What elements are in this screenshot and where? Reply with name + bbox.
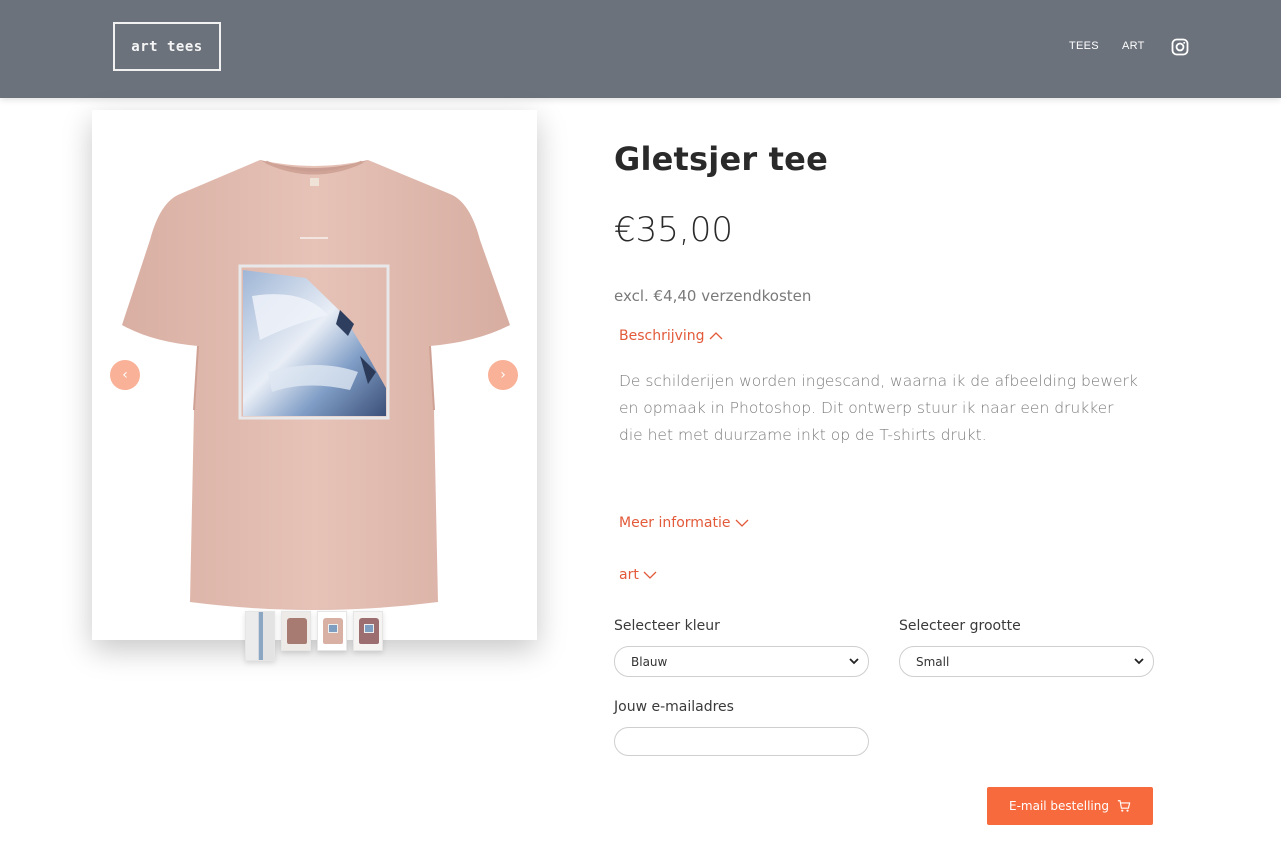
chevron-left-icon: ‹ — [122, 367, 128, 383]
instagram-icon[interactable] — [1171, 38, 1189, 56]
thumbnail-1[interactable] — [245, 611, 275, 661]
color-select[interactable]: Blauw — [614, 646, 869, 677]
thumbnail-2[interactable] — [281, 611, 311, 651]
size-select-value: Small — [916, 654, 950, 669]
color-select-value: Blauw — [631, 654, 668, 669]
product-gallery: ‹ › — [92, 110, 537, 640]
size-label: Selecteer grootte — [899, 618, 1021, 634]
description-toggle-label: Beschrijving — [619, 328, 705, 344]
more-info-toggle-label: Meer informatie — [619, 515, 731, 531]
cart-icon — [1117, 800, 1131, 812]
logo-text: art tees — [131, 38, 203, 55]
chevron-right-icon: › — [500, 367, 506, 383]
chevron-up-icon — [709, 332, 723, 340]
more-info-toggle[interactable]: Meer informatie — [619, 515, 749, 531]
shipping-note: excl. €4,40 verzendkosten — [614, 287, 812, 305]
nav-link-tees[interactable]: TEES — [1069, 40, 1099, 52]
email-input[interactable] — [614, 727, 869, 756]
nav-link-art[interactable]: ART — [1122, 40, 1145, 52]
description-toggle[interactable]: Beschrijving — [619, 328, 723, 344]
thumbnail-3[interactable] — [317, 611, 347, 651]
chevron-down-icon — [643, 571, 657, 579]
gallery-thumbnails — [245, 611, 383, 661]
email-label: Jouw e-mailadres — [614, 699, 734, 715]
art-toggle-label: art — [619, 567, 639, 583]
product-description: De schilderijen worden ingescand, waarna… — [619, 372, 1138, 444]
size-select[interactable]: Small — [899, 646, 1154, 677]
thumbnail-4[interactable] — [353, 611, 383, 651]
email-order-button[interactable]: E-mail bestelling — [987, 787, 1153, 825]
gallery-prev-button[interactable]: ‹ — [110, 360, 140, 390]
email-order-label: E-mail bestelling — [1008, 799, 1109, 813]
site-logo[interactable]: art tees — [113, 22, 221, 71]
product-price: €35,00 — [614, 210, 733, 250]
product-image — [122, 160, 510, 610]
chevron-down-icon — [1134, 658, 1144, 665]
product-title: Gletsjer tee — [614, 140, 828, 178]
chevron-down-icon — [735, 519, 748, 527]
chevron-down-icon — [849, 658, 859, 665]
art-toggle[interactable]: art — [619, 567, 657, 583]
gallery-next-button[interactable]: › — [488, 360, 518, 390]
color-label: Selecteer kleur — [614, 618, 720, 634]
site-header: art tees TEES ART — [0, 0, 1281, 98]
